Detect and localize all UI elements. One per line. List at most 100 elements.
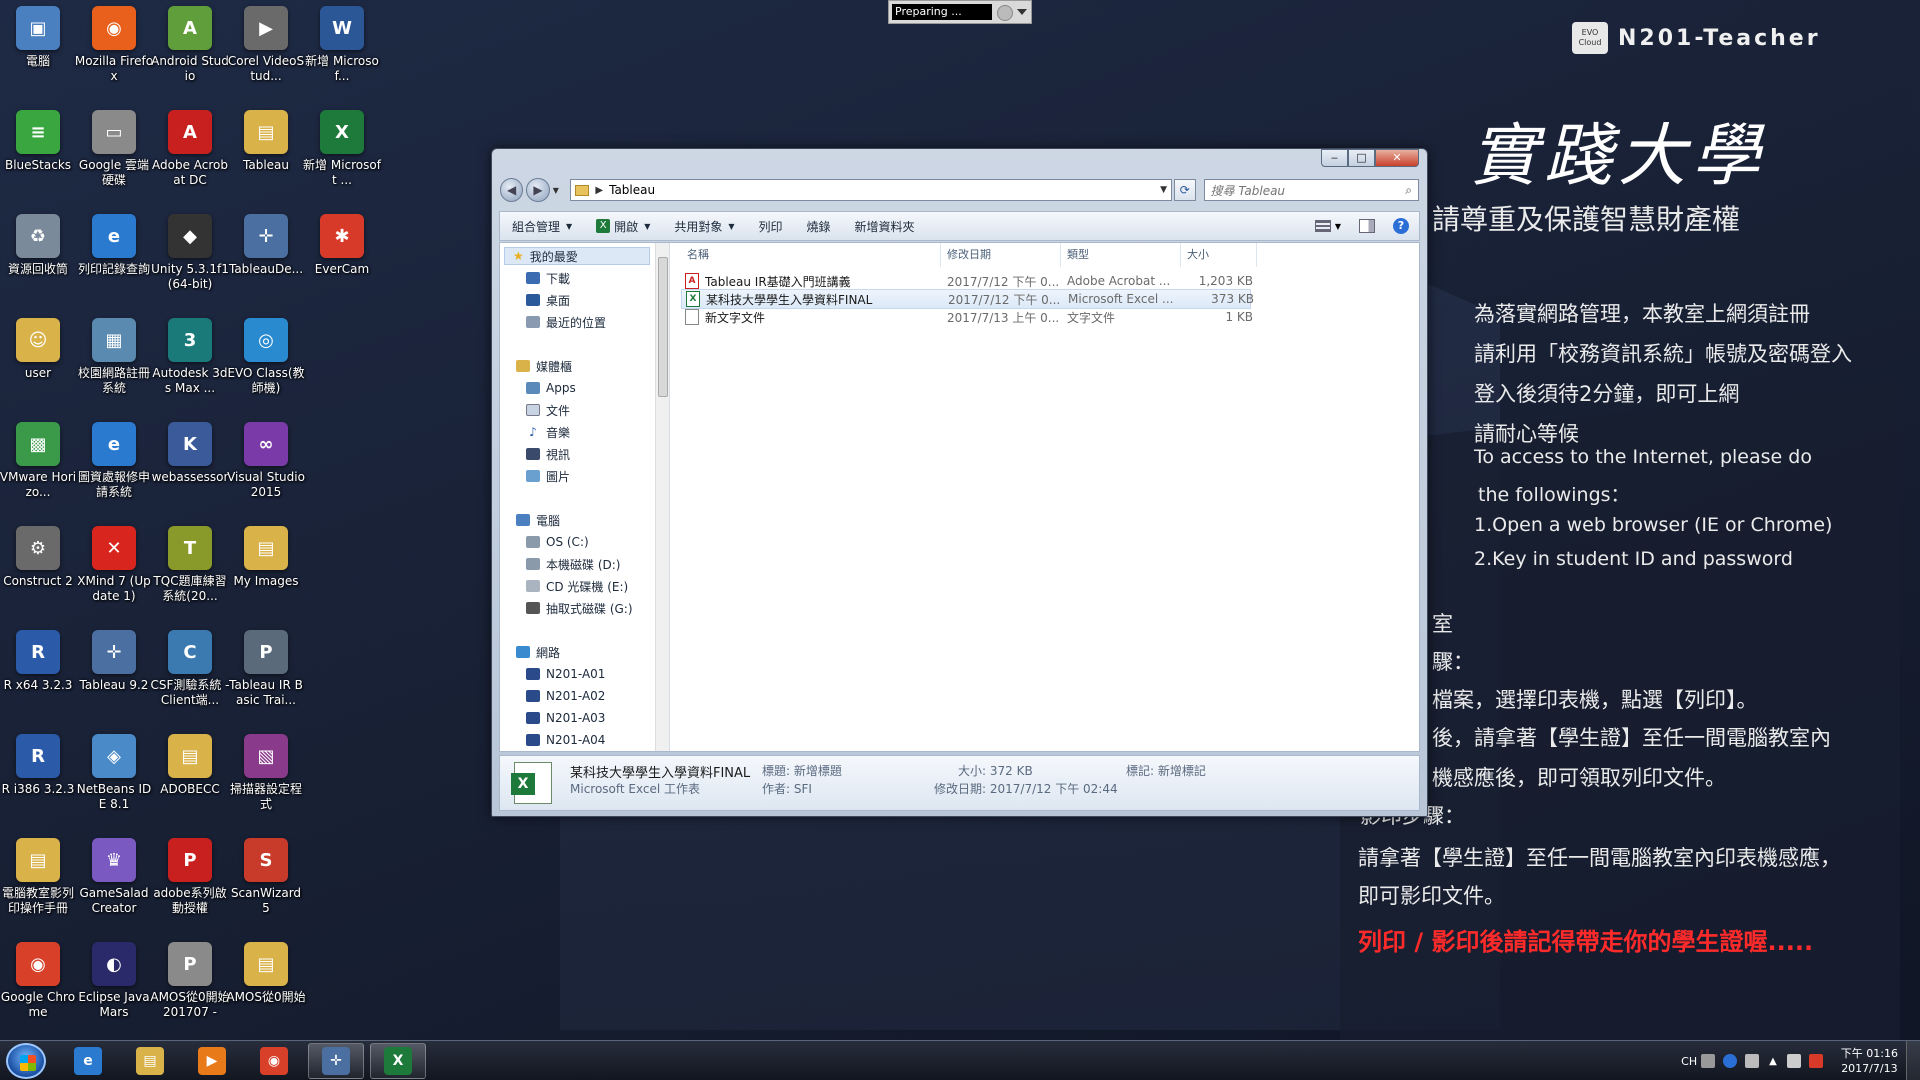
view-options-icon[interactable] [1314,220,1331,232]
address-bar[interactable]: ▶ Tableau ▼ [570,179,1173,201]
desktop-icon-0[interactable]: ▣ 電腦 [0,6,78,69]
desktop-icon-28[interactable]: ▤ My Images [226,526,306,589]
recent-pages-dropdown[interactable]: ▼ [553,186,563,195]
help-icon[interactable]: ? [1393,218,1409,234]
new-folder-button[interactable]: 新增資料夾 [843,218,927,235]
nav-drive-c[interactable]: OS (C:) [526,533,589,551]
details-author[interactable]: 作者: SFI [762,780,812,797]
scrollbar-thumb[interactable] [658,257,668,397]
desktop-icon-8[interactable]: ▤ Tableau [226,110,306,173]
record-button[interactable] [997,5,1013,21]
desktop-icon-33[interactable]: P Tableau IR Basic Trai... [226,630,306,708]
desktop-icon-31[interactable]: ✛ Tableau 9.2 [74,630,154,693]
open-button[interactable]: X 開啟 ▼ [584,218,662,235]
taskbar-ie[interactable]: e [60,1043,116,1079]
nav-drive-d[interactable]: 本機磁碟 (D:) [526,555,620,573]
nav-music[interactable]: ♪ 音樂 [526,423,570,441]
address-path[interactable]: Tableau [609,183,655,197]
nav-favorites[interactable]: ★ 我的最愛 [504,247,650,265]
desktop-icon-5[interactable]: ≡ BlueStacks [0,110,78,173]
desktop-icon-20[interactable]: ▩ VMware Horizo... [0,422,78,500]
desktop-icon-7[interactable]: A Adobe Acrobat DC [150,110,230,188]
desktop-icon-36[interactable]: ◈ NetBeans IDE 8.1 [74,734,154,812]
desktop-icon-10[interactable]: ♻ 資源回收筒 [0,214,78,277]
desktop-icon-18[interactable]: ◎ EVO Class(教師機) [226,318,306,396]
language-indicator[interactable]: CH [1681,1055,1697,1068]
desktop-icon-45[interactable]: ◉ Google Chrome [0,942,78,1020]
show-desktop-button[interactable] [1906,1041,1920,1080]
nav-downloads[interactable]: 下載 [526,269,570,287]
nav-drive-e[interactable]: CD 光碟機 (E:) [526,577,628,595]
desktop-icon-48[interactable]: ▤ AMOS從0開始 [226,942,306,1005]
desktop-icon-3[interactable]: ▶ Corel VideoStud... [226,6,306,84]
desktop-icon-2[interactable]: A Android Studio [150,6,230,84]
desktop-icon-41[interactable]: ♛ GameSalad Creator [74,838,154,916]
maximize-button[interactable]: □ [1348,149,1375,167]
desktop-icon-4[interactable]: W 新增 Microsof... [302,6,382,84]
desktop-icon-35[interactable]: R R i386 3.2.3 [0,734,78,797]
column-size[interactable]: 大小 [1181,243,1257,267]
desktop-icon-6[interactable]: ▭ Google 雲端硬碟 [74,110,154,188]
nav-n201-a04[interactable]: N201-A04 [526,731,605,749]
help-icon[interactable] [1723,1054,1738,1068]
keyboard-icon[interactable] [1701,1054,1716,1068]
desktop-icon-16[interactable]: ▦ 校園網路註冊系統 [74,318,154,396]
file-row[interactable]: A Tableau IR基礎入門班講義 2017/7/12 下午 0... Adobe… [681,271,1253,291]
taskbar-chrome[interactable]: ◉ [246,1043,302,1079]
desktop-icon-25[interactable]: ⚙ Construct 2 [0,526,78,589]
desktop-icon-13[interactable]: ✛ TableauDe... [226,214,306,277]
chevron-down-icon[interactable]: ▼ [1160,185,1167,195]
refresh-button[interactable]: ⟳ [1174,179,1196,201]
volume-muted-icon[interactable] [1808,1054,1823,1068]
desktop-icon-15[interactable]: ☺ user [0,318,78,381]
taskbar-tableau[interactable]: ✛ [308,1043,364,1079]
desktop-icon-23[interactable]: ∞ Visual Studio 2015 [226,422,306,500]
back-button[interactable]: ◀ [500,178,524,202]
search-box[interactable]: ⌕ [1203,179,1419,201]
desktop-icon-46[interactable]: ◐ Eclipse Java Mars [74,942,154,1020]
minimize-button[interactable]: ‒ [1321,149,1348,167]
search-input[interactable] [1204,181,1395,201]
column-type[interactable]: 類型 [1061,243,1181,267]
chevron-down-icon[interactable] [1017,9,1027,15]
desktop-icon-9[interactable]: X 新增 Microsoft ... [302,110,382,188]
desktop-icon-26[interactable]: ✕ XMind 7 (Update 1) [74,526,154,604]
nav-computer[interactable]: 電腦 [516,511,560,529]
desktop-icon-1[interactable]: ◉ Mozilla Firefox [74,6,154,84]
input-method-icon[interactable] [1745,1054,1760,1068]
explorer-window[interactable]: ‒ □ ✕ ◀ ▶ ▼ ▶ Tableau ▼ ⟳ ⌕ 組合管理▼ X開啟▼ 共… [491,148,1428,817]
start-button[interactable] [6,1043,46,1079]
desktop-icon-27[interactable]: T TQC題庫練習系統(20... [150,526,230,604]
nav-drive-g[interactable]: 抽取式磁碟 (G:) [526,599,633,617]
desktop-icon-22[interactable]: Kwebassessor [150,422,230,485]
clock[interactable]: 下午 01:16 2017/7/13 [1841,1046,1898,1076]
nav-apps[interactable]: Apps [526,379,576,397]
desktop-icon-21[interactable]: e 圖資處報修申請系統 [74,422,154,500]
nav-videos[interactable]: 視訊 [526,445,570,463]
nav-desktop[interactable]: 桌面 [526,291,570,309]
organize-button[interactable]: 組合管理 ▼ [500,218,584,235]
nav-pictures[interactable]: 圖片 [526,467,570,485]
nav-n201-a01[interactable]: N201-A01 [526,665,605,683]
desktop-icon-17[interactable]: 3 Autodesk 3ds Max ... [150,318,230,396]
desktop-icon-12[interactable]: ◆ Unity 5.3.1f1 (64-bit) [150,214,230,292]
details-title[interactable]: 標題: 新增標題 [762,762,842,779]
desktop-icon-43[interactable]: S ScanWizard 5 [226,838,306,916]
column-date[interactable]: 修改日期 [941,243,1061,267]
share-button[interactable]: 共用對象 ▼ [662,218,746,235]
burn-button[interactable]: 燒錄 [795,218,843,235]
preparing-widget[interactable]: Preparing ... [888,0,1032,24]
desktop-icon-14[interactable]: ✱ EverCam [302,214,382,277]
nav-documents[interactable]: 文件 [526,401,570,419]
file-row[interactable]: X 某科技大學學生入學資料FINAL 2017/7/12 下午 0... Micros… [681,289,1254,309]
close-button[interactable]: ✕ [1375,149,1419,167]
desktop-icon-11[interactable]: e 列印記錄查詢 [74,214,154,277]
desktop-icon-37[interactable]: ▤ ADOBECC [150,734,230,797]
forward-button[interactable]: ▶ [526,178,550,202]
search-icon[interactable]: ⌕ [1405,183,1412,198]
nav-recent[interactable]: 最近的位置 [526,313,606,331]
nav-libraries[interactable]: 媒體櫃 [516,357,572,375]
nav-n201-a03[interactable]: N201-A03 [526,709,605,727]
print-button[interactable]: 列印 [747,218,795,235]
details-tags[interactable]: 標記: 新增標記 [1126,762,1206,779]
